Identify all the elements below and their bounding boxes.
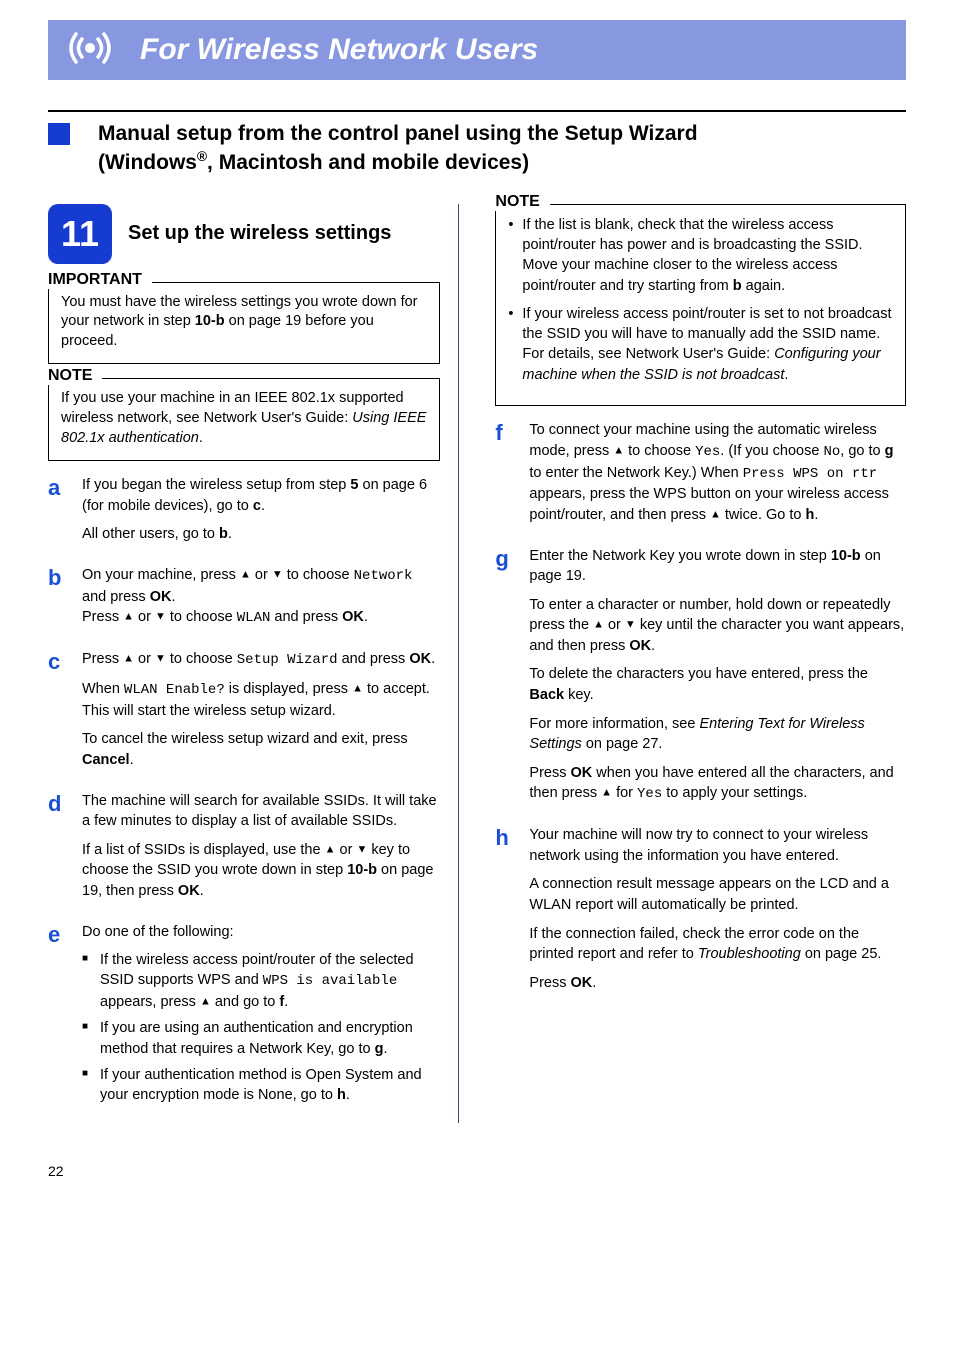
step-d: d The machine will search for available …: [48, 791, 440, 910]
note-box-2: If the list is blank, check that the wir…: [495, 204, 906, 406]
step-a: a If you began the wireless setup from s…: [48, 475, 440, 553]
section-title: Manual setup from the control panel usin…: [98, 120, 698, 178]
note-box-1: If you use your machine in an IEEE 802.1…: [48, 378, 440, 461]
horizontal-rule: [48, 110, 906, 112]
wireless-icon: [60, 26, 120, 74]
page-banner: For Wireless Network Users: [48, 20, 906, 80]
step-g: g Enter the Network Key you wrote down i…: [495, 546, 906, 814]
step-c: c Press ▲ or ▼ to choose Setup Wizard an…: [48, 649, 440, 778]
step-e: e Do one of the following: If the wirele…: [48, 922, 440, 1112]
important-label: IMPORTANT: [48, 271, 152, 289]
note-label-2: NOTE: [495, 193, 549, 211]
banner-title: For Wireless Network Users: [140, 33, 538, 67]
step-f: f To connect your machine using the auto…: [495, 420, 906, 533]
step-h: h Your machine will now try to connect t…: [495, 825, 906, 1001]
page-number: 22: [48, 1163, 906, 1179]
step-number-badge: 11: [48, 204, 112, 264]
section-marker: [48, 123, 70, 145]
note-label: NOTE: [48, 367, 102, 385]
step-title: Set up the wireless settings: [128, 221, 391, 246]
step-b: b On your machine, press ▲ or ▼ to choos…: [48, 565, 440, 637]
important-box: You must have the wireless settings you …: [48, 282, 440, 365]
